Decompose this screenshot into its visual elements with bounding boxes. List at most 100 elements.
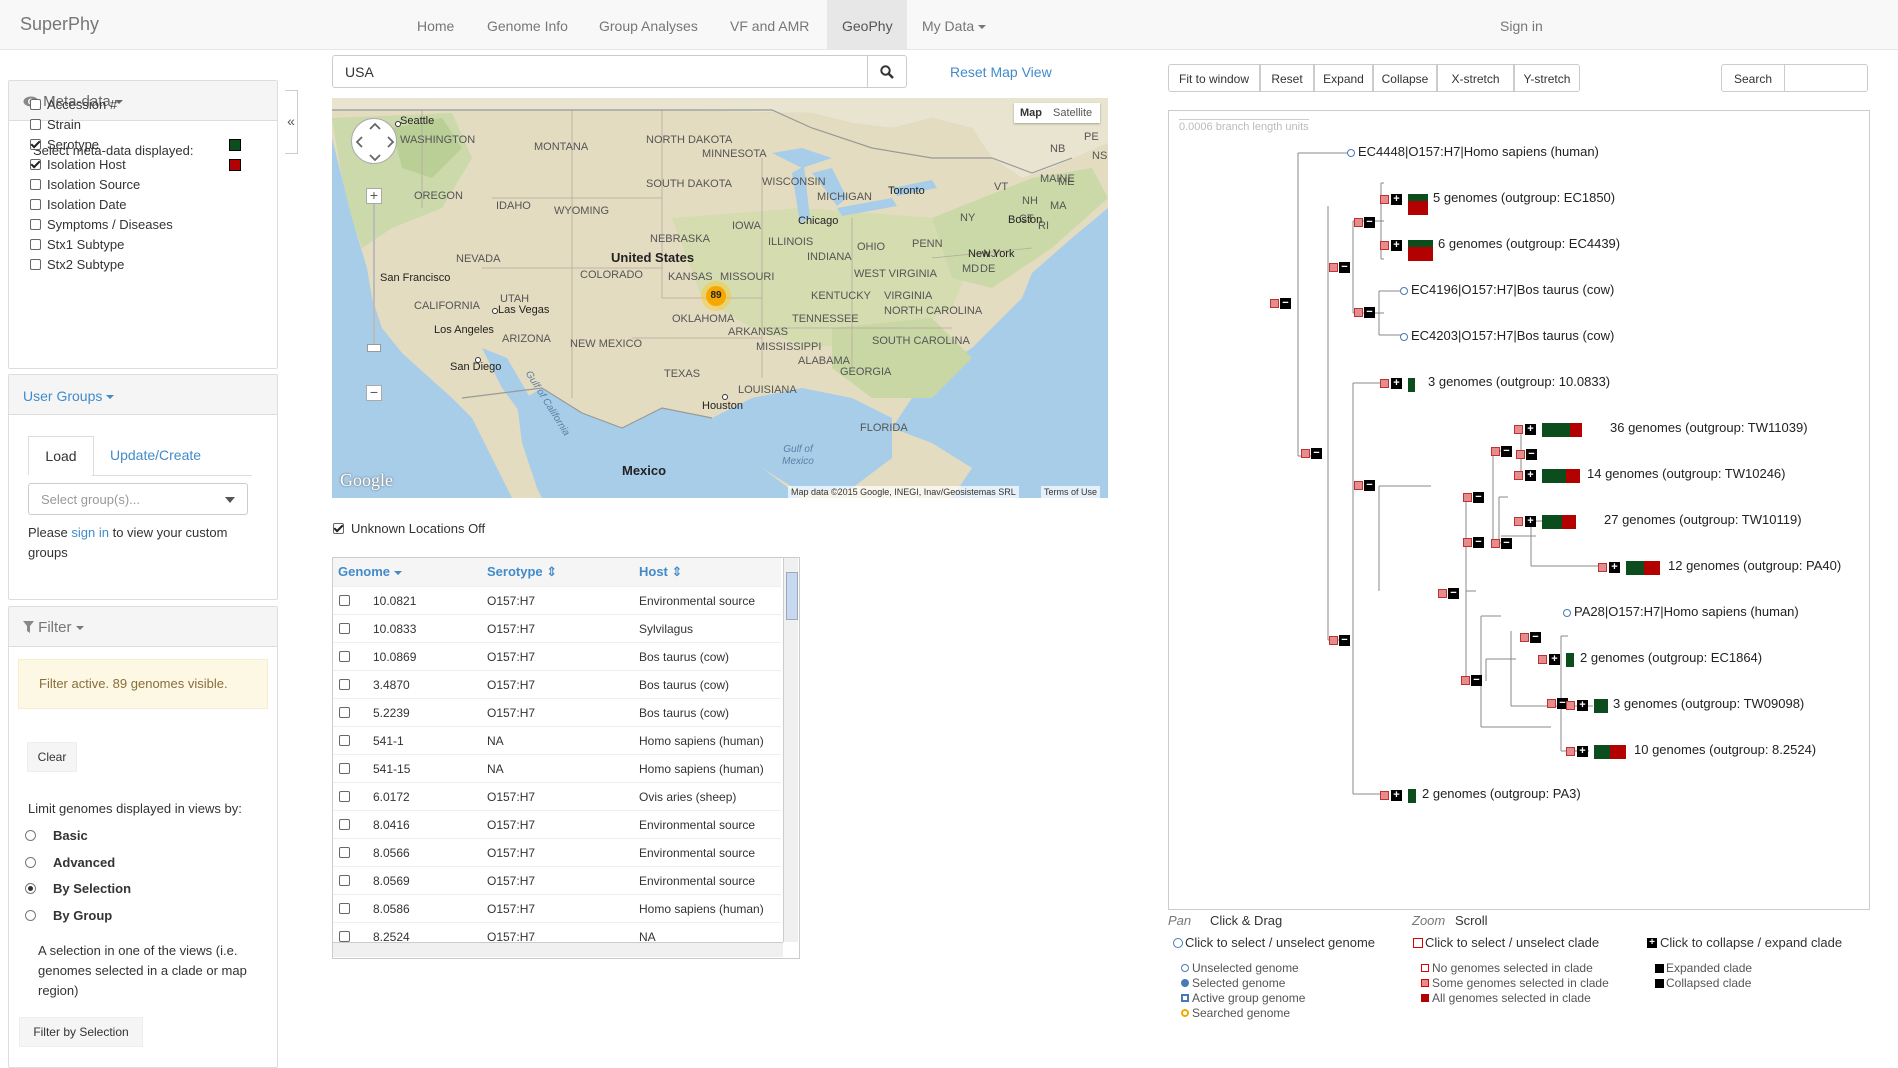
user-groups-header[interactable]: User Groups <box>9 375 277 415</box>
tree-search-input[interactable] <box>1784 64 1868 92</box>
expand-toggle-icon[interactable]: + <box>1549 654 1560 665</box>
expand-toggle-icon[interactable]: + <box>1525 424 1536 435</box>
metadata-checkbox[interactable] <box>30 99 41 110</box>
collapse-toggle-icon[interactable]: − <box>1339 635 1350 646</box>
unknown-locations-checkbox[interactable] <box>333 523 344 534</box>
table-row[interactable]: 8.0586 O157:H7 Homo sapiens (human) <box>333 894 781 923</box>
table-row[interactable]: 541-1 NA Homo sapiens (human) <box>333 726 781 755</box>
expand-toggle-icon[interactable]: + <box>1391 194 1402 205</box>
tree-collapse-button[interactable]: Collapse <box>1373 64 1437 92</box>
clade-select-node[interactable] <box>1547 699 1556 708</box>
row-checkbox[interactable] <box>339 735 350 746</box>
nav-vf-amr[interactable]: VF and AMR <box>715 0 824 49</box>
clade-select-node[interactable] <box>1538 655 1547 664</box>
vertical-scrollbar[interactable] <box>783 558 798 942</box>
row-checkbox[interactable] <box>339 847 350 858</box>
metadata-checkbox[interactable] <box>30 159 41 170</box>
clade-select-node[interactable] <box>1301 449 1310 458</box>
tab-load[interactable]: Load <box>28 436 94 475</box>
collapse-toggle-icon[interactable]: − <box>1530 632 1541 643</box>
zoom-slider-track[interactable] <box>373 204 375 344</box>
clade-select-node[interactable] <box>1491 447 1500 456</box>
clade-select-node[interactable] <box>1329 636 1338 645</box>
table-row[interactable]: 10.0833 O157:H7 Sylvilagus <box>333 614 781 643</box>
nav-sign-in[interactable]: Sign in <box>1485 0 1558 49</box>
filter-title[interactable]: Filter <box>23 619 84 636</box>
filter-radio[interactable] <box>25 830 36 841</box>
expand-toggle-icon[interactable]: + <box>1391 240 1402 251</box>
collapse-toggle-icon[interactable]: − <box>1364 480 1375 491</box>
map-pan-control[interactable] <box>351 118 397 164</box>
collapse-toggle-icon[interactable]: − <box>1473 537 1484 548</box>
genome-node[interactable] <box>1347 149 1355 157</box>
tab-update-create[interactable]: Update/Create <box>110 447 201 463</box>
row-checkbox[interactable] <box>339 679 350 690</box>
collapse-toggle-icon[interactable]: − <box>1448 588 1459 599</box>
row-checkbox[interactable] <box>339 707 350 718</box>
genome-node[interactable] <box>1400 287 1408 295</box>
collapse-toggle-icon[interactable]: − <box>1501 446 1512 457</box>
metadata-checkbox[interactable] <box>30 219 41 230</box>
clade-select-node[interactable] <box>1329 263 1338 272</box>
nav-geophy[interactable]: GeoPhy <box>827 0 907 49</box>
collapse-sidebar-icon[interactable]: « <box>285 90 298 154</box>
tree-y-stretch-button[interactable]: Y-stretch <box>1514 64 1580 92</box>
clade-select-node[interactable] <box>1354 308 1363 317</box>
clade-select-node[interactable] <box>1514 517 1523 526</box>
clade-select-node[interactable] <box>1354 218 1363 227</box>
header-host[interactable]: Host ⇕ <box>639 558 682 586</box>
clade-select-node[interactable] <box>1566 701 1575 710</box>
row-checkbox[interactable] <box>339 903 350 914</box>
filter-by-selection-button[interactable]: Filter by Selection <box>19 1017 143 1047</box>
clade-select-node[interactable] <box>1463 493 1472 502</box>
clade-select-node[interactable] <box>1566 747 1575 756</box>
zoom-in-button[interactable]: + <box>366 188 382 204</box>
row-checkbox[interactable] <box>339 875 350 886</box>
header-genome[interactable]: Genome <box>338 558 403 586</box>
row-checkbox[interactable] <box>339 931 350 942</box>
map-type-map-button[interactable]: Map <box>1020 107 1042 119</box>
nav-home[interactable]: Home <box>402 0 469 49</box>
collapse-toggle-icon[interactable]: − <box>1339 262 1350 273</box>
location-search-input[interactable]: USA <box>332 55 868 88</box>
clade-select-node[interactable] <box>1491 539 1500 548</box>
nav-my-data[interactable]: My Data <box>907 0 1001 49</box>
group-select[interactable]: Select group(s)... <box>28 483 248 515</box>
tree-expand-button[interactable]: Expand <box>1314 64 1373 92</box>
map-cluster-marker[interactable]: 89 <box>701 281 731 311</box>
map-view[interactable]: Seattle WASHINGTON MONTANA NORTH DAKOTA … <box>332 98 1108 498</box>
collapse-toggle-icon[interactable]: − <box>1473 492 1484 503</box>
metadata-color-swatch[interactable] <box>229 159 241 171</box>
tree-x-stretch-button[interactable]: X-stretch <box>1437 64 1514 92</box>
row-checkbox[interactable] <box>339 623 350 634</box>
collapse-toggle-icon[interactable]: − <box>1501 538 1512 549</box>
clade-select-node[interactable] <box>1463 538 1472 547</box>
nav-group-analyses[interactable]: Group Analyses <box>584 0 713 49</box>
expand-toggle-icon[interactable]: + <box>1609 562 1620 573</box>
expand-toggle-icon[interactable]: + <box>1525 470 1536 481</box>
row-checkbox[interactable] <box>339 595 350 606</box>
clade-select-node[interactable] <box>1354 481 1363 490</box>
user-groups-title[interactable]: User Groups <box>23 388 115 404</box>
collapse-toggle-icon[interactable]: − <box>1471 675 1482 686</box>
clade-select-node[interactable] <box>1380 241 1389 250</box>
clear-button[interactable]: Clear <box>27 742 77 772</box>
row-checkbox[interactable] <box>339 819 350 830</box>
horizontal-scrollbar[interactable] <box>333 942 783 957</box>
expand-toggle-icon[interactable]: + <box>1391 790 1402 801</box>
row-checkbox[interactable] <box>339 791 350 802</box>
clade-select-node[interactable] <box>1516 450 1525 459</box>
table-row[interactable]: 5.2239 O157:H7 Bos taurus (cow) <box>333 698 781 727</box>
tree-search-button[interactable]: Search <box>1721 64 1785 92</box>
clade-select-node[interactable] <box>1520 633 1529 642</box>
nav-genome-info[interactable]: Genome Info <box>472 0 583 49</box>
metadata-checkbox[interactable] <box>30 259 41 270</box>
clade-select-node[interactable] <box>1598 563 1607 572</box>
genome-node[interactable] <box>1400 333 1408 341</box>
metadata-checkbox[interactable] <box>30 119 41 130</box>
table-row[interactable]: 10.0821 O157:H7 Environmental source <box>333 586 781 615</box>
clade-select-node[interactable] <box>1380 379 1389 388</box>
phylogenetic-tree-view[interactable]: 0.0006 branch length units − − − − − − − − − − − − −… <box>1168 110 1870 910</box>
collapse-toggle-icon[interactable]: − <box>1311 448 1322 459</box>
sign-in-link[interactable]: sign in <box>71 525 109 540</box>
